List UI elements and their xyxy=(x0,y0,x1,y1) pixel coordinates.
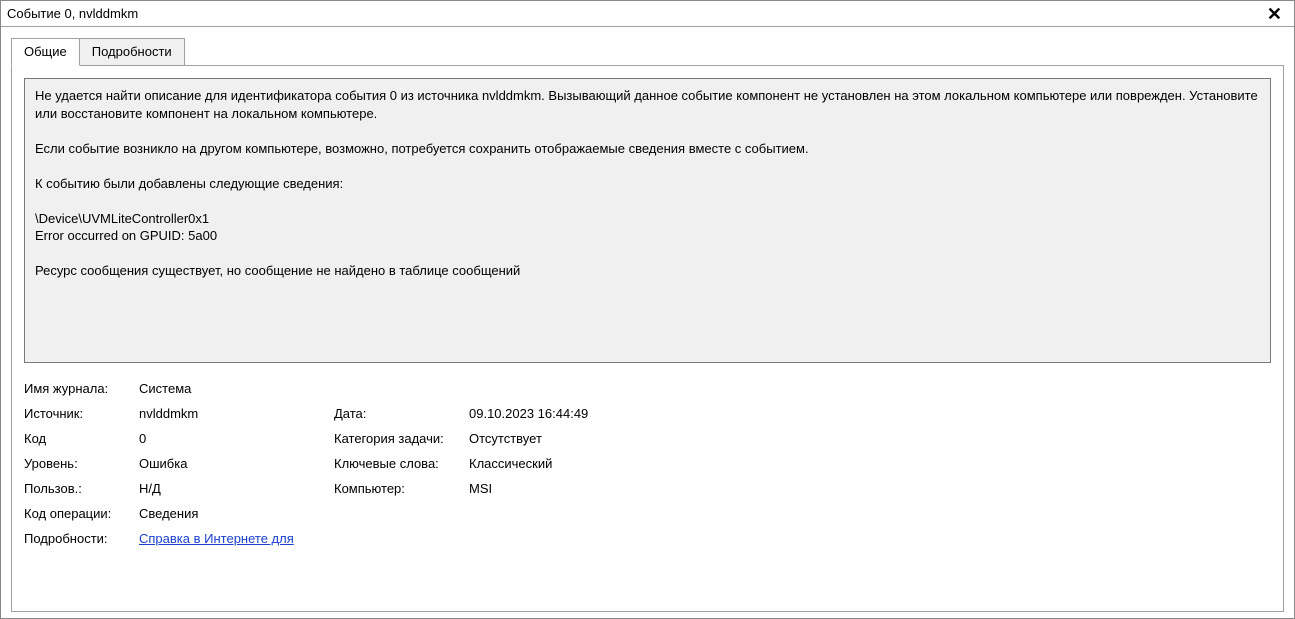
label-keywords: Ключевые слова: xyxy=(334,456,469,471)
value-computer: MSI xyxy=(469,481,492,496)
value-keywords: Классический xyxy=(469,456,552,471)
label-level: Уровень: xyxy=(24,456,139,471)
value-opcode: Сведения xyxy=(139,506,198,521)
online-help-link[interactable]: Справка в Интернете для xyxy=(139,531,294,546)
row-log-name: Имя журнала: Система xyxy=(24,381,1271,396)
label-opcode: Код операции: xyxy=(24,506,139,521)
label-task-category: Категория задачи: xyxy=(334,431,469,446)
titlebar: Событие 0, nvlddmkm ✕ xyxy=(1,1,1294,27)
label-computer: Компьютер: xyxy=(334,481,469,496)
row-more-info: Подробности: Справка в Интернете для xyxy=(24,531,1271,546)
value-code: 0 xyxy=(139,431,146,446)
label-user: Пользов.: xyxy=(24,481,139,496)
row-user-computer: Пользов.: Н/Д Компьютер: MSI xyxy=(24,481,1271,496)
content-area: Общие Подробности Не удается найти описа… xyxy=(1,27,1294,618)
label-date: Дата: xyxy=(334,406,469,421)
row-source-date: Источник: nvlddmkm Дата: 09.10.2023 16:4… xyxy=(24,406,1271,421)
tab-details[interactable]: Подробности xyxy=(80,38,185,66)
close-icon[interactable]: ✕ xyxy=(1263,5,1286,23)
value-user: Н/Д xyxy=(139,481,161,496)
label-code: Код xyxy=(24,431,139,446)
value-date: 09.10.2023 16:44:49 xyxy=(469,406,588,421)
tab-body-general: Не удается найти описание для идентифика… xyxy=(11,65,1284,612)
window-title: Событие 0, nvlddmkm xyxy=(7,6,138,21)
tab-general[interactable]: Общие xyxy=(11,38,80,66)
row-code-category: Код 0 Категория задачи: Отсутствует xyxy=(24,431,1271,446)
label-more-info: Подробности: xyxy=(24,531,139,546)
label-log-name: Имя журнала: xyxy=(24,381,139,396)
row-opcode: Код операции: Сведения xyxy=(24,506,1271,521)
event-properties-window: Событие 0, nvlddmkm ✕ Общие Подробности … xyxy=(0,0,1295,619)
event-description[interactable]: Не удается найти описание для идентифика… xyxy=(24,78,1271,363)
properties-grid: Имя журнала: Система Источник: nvlddmkm … xyxy=(24,381,1271,556)
value-source: nvlddmkm xyxy=(139,406,198,421)
value-task-category: Отсутствует xyxy=(469,431,542,446)
value-level: Ошибка xyxy=(139,456,187,471)
row-level-keywords: Уровень: Ошибка Ключевые слова: Классиче… xyxy=(24,456,1271,471)
tabs: Общие Подробности xyxy=(11,37,1284,65)
label-source: Источник: xyxy=(24,406,139,421)
value-log-name: Система xyxy=(139,381,191,396)
